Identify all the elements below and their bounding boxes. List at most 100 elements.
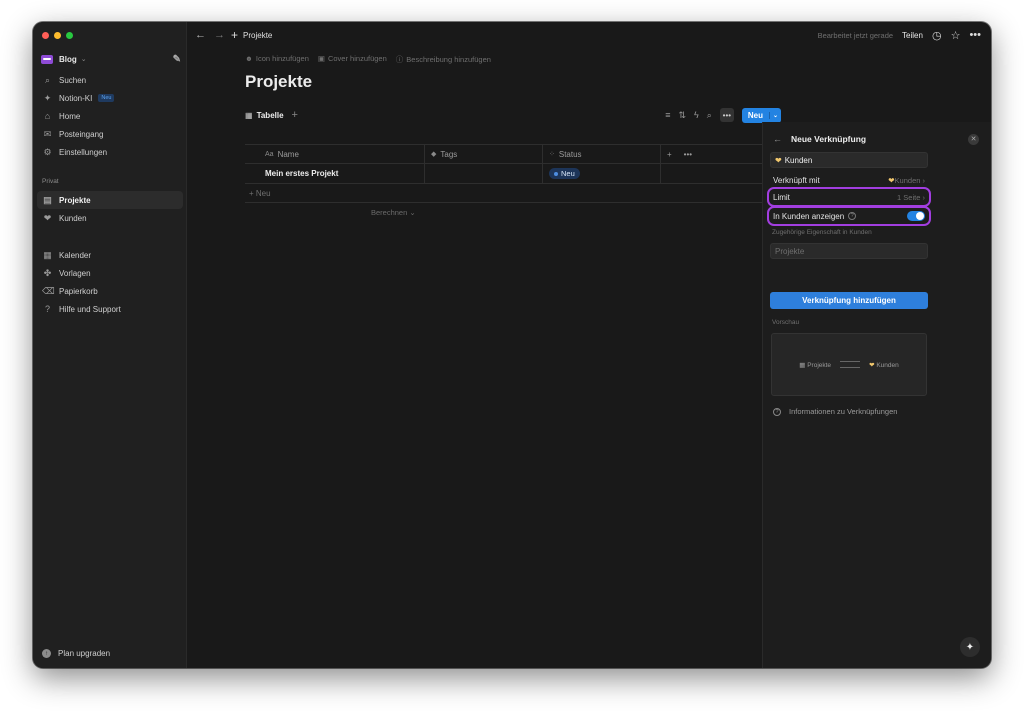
close-icon[interactable]: ✕ <box>968 133 979 145</box>
view-tools: ≡ ⇅ ϟ ⌕ ••• Neu ⌄ <box>665 107 781 123</box>
back-arrow-icon[interactable]: ← <box>195 29 206 41</box>
new-button-label: Neu <box>747 110 763 120</box>
relation-info-link[interactable]: ? Informationen zu Verknüpfungen <box>773 407 897 416</box>
sidebar-item-search[interactable]: ⌕ Suchen <box>37 71 183 89</box>
add-row-button[interactable]: + Neu <box>245 184 763 203</box>
add-icon-button[interactable]: ☻ Icon hinzufügen <box>245 54 309 65</box>
sidebar-item-help[interactable]: ? Hilfe und Support <box>37 300 183 318</box>
app-window: Blog ⌄ ✎ ⌕ Suchen ✦ Notion-KI Neu ⌂ Home… <box>33 22 991 668</box>
sidebar-bottom-nav: ▦ Kalender ✤ Vorlagen ⌫ Papierkorb ? Hil… <box>37 246 183 318</box>
sidebar-item-label: Posteingang <box>59 129 104 139</box>
clock-icon[interactable]: ◷ <box>932 29 942 42</box>
related-prop-input[interactable]: Projekte <box>770 243 928 259</box>
topbar-actions: Bearbeitet jetzt gerade Teilen ◷ ☆ ••• <box>818 29 991 42</box>
related-prop-placeholder: Projekte <box>775 246 805 256</box>
more-icon[interactable]: ••• <box>719 108 734 122</box>
plus-icon: + <box>231 28 239 42</box>
breadcrumb[interactable]: + Projekte <box>231 28 272 42</box>
window-controls <box>42 32 73 39</box>
sidebar-item-templates[interactable]: ✤ Vorlagen <box>37 264 183 282</box>
chevron-down-icon[interactable]: ⌄ <box>768 111 781 119</box>
calculate-button[interactable]: Berechnen ⌄ <box>245 203 763 221</box>
upgrade-label: Plan upgraden <box>58 649 111 658</box>
sidebar-item-calendar[interactable]: ▦ Kalender <box>37 246 183 264</box>
more-icon[interactable]: ••• <box>684 150 692 159</box>
add-icon-label: Icon hinzufügen <box>255 54 309 63</box>
new-badge: Neu <box>98 94 115 102</box>
upgrade-icon: ↑ <box>42 649 51 658</box>
sidebar-item-label: Kalender <box>59 250 92 260</box>
limit-row[interactable]: Limit 1 Seite › <box>773 190 925 204</box>
cell-status[interactable]: Neu <box>543 164 661 183</box>
sidebar-item-projekte[interactable]: ▤ Projekte <box>37 191 183 209</box>
table-row[interactable]: Mein erstes Projekt Neu <box>245 164 763 184</box>
relation-target-field[interactable]: ❤ Kunden <box>770 152 928 168</box>
new-entry-button[interactable]: Neu ⌄ <box>741 107 781 123</box>
inbox-icon: ✉ <box>43 128 52 139</box>
sidebar: Blog ⌄ ✎ ⌕ Suchen ✦ Notion-KI Neu ⌂ Home… <box>33 22 187 668</box>
column-header-status[interactable]: ⁘ Status <box>543 145 661 163</box>
panel-title: Neue Verknüpfung <box>791 134 867 144</box>
more-icon[interactable]: ••• <box>969 29 981 41</box>
sidebar-item-kunden[interactable]: ❤ Kunden <box>37 209 183 227</box>
relation-target-value: Kunden <box>784 155 813 165</box>
limit-value: 1 Seite › <box>897 192 925 202</box>
add-view-icon[interactable]: + <box>292 109 298 121</box>
add-relation-button[interactable]: Verknüpfung hinzufügen <box>770 292 928 309</box>
image-icon: ▣ <box>317 54 325 63</box>
sparkle-icon: ✦ <box>43 92 52 103</box>
page-title[interactable]: Projekte <box>245 72 312 92</box>
linked-with-label: Verknüpft mit <box>773 175 820 185</box>
help-icon[interactable]: ? <box>848 212 857 220</box>
filter-icon[interactable]: ≡ <box>665 110 670 120</box>
database-view-bar: ▦ Tabelle + ≡ ⇅ ϟ ⌕ ••• Neu ⌄ <box>245 106 781 124</box>
cell-name[interactable]: Mein erstes Projekt <box>245 164 425 183</box>
tab-label: Tabelle <box>256 110 284 120</box>
limit-value-text: 1 Seite <box>897 192 921 202</box>
new-page-icon[interactable]: ✎ <box>173 54 181 65</box>
sort-icon[interactable]: ⇅ <box>678 110 686 121</box>
search-icon: ⌕ <box>44 74 51 85</box>
linked-with-value-text: Kunden <box>894 175 921 185</box>
cell-empty <box>661 164 763 183</box>
sidebar-item-label: Papierkorb <box>59 286 98 296</box>
related-prop-label: Zugehörige Eigenschaft in Kunden <box>772 229 872 236</box>
back-arrow-icon[interactable]: ← <box>773 134 782 144</box>
add-cover-button[interactable]: ▣ Cover hinzufügen <box>318 54 387 65</box>
ai-sparkle-button[interactable]: ✦ <box>960 637 980 657</box>
minimize-window-button[interactable] <box>54 32 61 39</box>
share-button[interactable]: Teilen <box>902 31 923 40</box>
sidebar-item-inbox[interactable]: ✉ Posteingang <box>37 125 183 143</box>
sidebar-item-label: Home <box>59 111 81 121</box>
workspace-switcher[interactable]: Blog ⌄ ✎ <box>41 52 181 66</box>
linked-with-row[interactable]: Verknüpft mit ❤Kunden › <box>773 173 925 187</box>
automation-icon[interactable]: ϟ <box>694 110 699 120</box>
preview-label: Vorschau <box>772 319 800 326</box>
workspace-icon <box>41 54 53 64</box>
relation-preview: ▦ Projekte ❤ Kunden <box>771 333 927 396</box>
upgrade-plan-button[interactable]: ↑ Plan upgraden <box>42 649 110 658</box>
sidebar-item-trash[interactable]: ⌫ Papierkorb <box>37 282 183 300</box>
search-icon[interactable]: ⌕ <box>707 110 712 121</box>
cell-tags[interactable] <box>425 164 543 183</box>
add-description-button[interactable]: ⓘ Beschreibung hinzufügen <box>396 54 491 65</box>
home-icon: ⌂ <box>44 111 51 121</box>
sidebar-item-label: Vorlagen <box>59 268 91 278</box>
section-label-private: Privat <box>42 178 59 185</box>
sidebar-item-settings[interactable]: ⚙ Einstellungen <box>37 143 183 161</box>
sidebar-item-label: Einstellungen <box>59 147 108 157</box>
relation-arrows-icon <box>840 361 861 368</box>
main-content: ☻ Icon hinzufügen ▣ Cover hinzufügen ⓘ Besc… <box>187 48 781 668</box>
info-label: Informationen zu Verknüpfungen <box>789 407 898 416</box>
show-in-toggle[interactable] <box>907 211 925 221</box>
sidebar-item-notion-ai[interactable]: ✦ Notion-KI Neu <box>37 89 183 107</box>
sidebar-item-home[interactable]: ⌂ Home <box>37 107 183 125</box>
forward-arrow-icon[interactable]: → <box>214 29 225 41</box>
maximize-window-button[interactable] <box>66 32 73 39</box>
add-column-icon[interactable]: + <box>667 150 672 159</box>
column-header-name[interactable]: Aa Name <box>245 145 425 163</box>
close-window-button[interactable] <box>42 32 49 39</box>
column-header-tags[interactable]: ◆ Tags <box>425 145 543 163</box>
tab-table-view[interactable]: ▦ Tabelle <box>245 111 284 120</box>
star-icon[interactable]: ☆ <box>951 29 961 42</box>
